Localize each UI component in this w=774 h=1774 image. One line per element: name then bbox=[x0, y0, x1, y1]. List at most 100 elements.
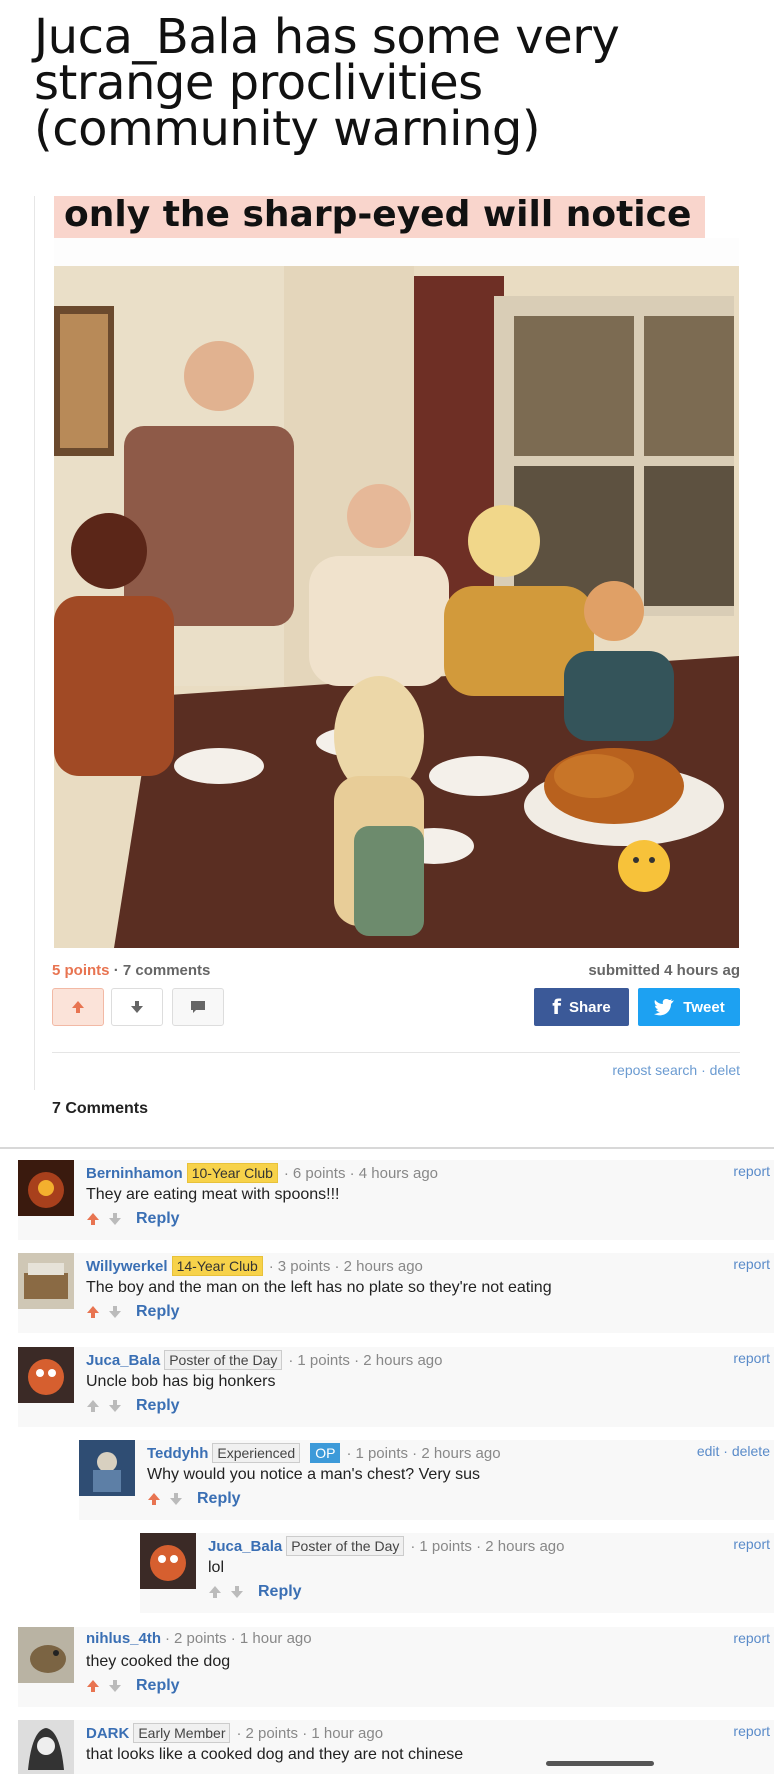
report-link[interactable]: report bbox=[733, 1536, 770, 1552]
arrow-up-icon[interactable] bbox=[208, 1585, 222, 1599]
comment-meta: 1 points · 2 hours ago bbox=[297, 1351, 443, 1369]
avatar[interactable] bbox=[18, 1720, 74, 1774]
avatar[interactable] bbox=[79, 1440, 135, 1496]
comment: Juca_Bala Poster of the Day · 1 points ·… bbox=[18, 1347, 774, 1427]
comment: Willywerkel 14-Year Club · 3 points · 2 … bbox=[18, 1253, 774, 1333]
report-link[interactable]: report bbox=[733, 1630, 770, 1646]
caption-spacer bbox=[54, 238, 739, 266]
comment-count-link[interactable]: 7 comments bbox=[123, 962, 211, 979]
divider bbox=[52, 1052, 740, 1053]
card-bottom-border bbox=[0, 1147, 774, 1149]
post-stats: 5 points · 7 comments bbox=[52, 962, 210, 979]
twitter-tweet-button[interactable]: Tweet bbox=[638, 988, 740, 1026]
arrow-down-icon[interactable] bbox=[108, 1212, 122, 1226]
post-title: Juca_Bala has some very strange proclivi… bbox=[34, 9, 620, 157]
arrow-up-icon[interactable] bbox=[147, 1492, 161, 1506]
comment-actions: Reply bbox=[86, 1303, 180, 1321]
comment-actions: Reply bbox=[86, 1677, 180, 1695]
reply-link[interactable]: Reply bbox=[136, 1210, 180, 1228]
meta-separator: · bbox=[268, 1257, 274, 1275]
repost-search-delete-links[interactable]: repost search · delet bbox=[612, 1062, 740, 1078]
arrow-up-icon[interactable] bbox=[86, 1679, 100, 1693]
comment: nihlus_4th · 2 points · 1 hour ago they … bbox=[18, 1627, 774, 1707]
comment-meta: 6 points · 4 hours ago bbox=[292, 1164, 438, 1182]
home-indicator bbox=[546, 1761, 654, 1766]
tweet-label: Tweet bbox=[683, 998, 725, 1016]
arrow-down-icon[interactable] bbox=[230, 1585, 244, 1599]
share-label: Share bbox=[569, 998, 611, 1016]
comment-actions: Reply bbox=[86, 1210, 180, 1228]
avatar[interactable] bbox=[18, 1160, 74, 1216]
arrow-down-icon bbox=[131, 1001, 143, 1013]
reply-link[interactable]: Reply bbox=[258, 1583, 302, 1601]
reply-link[interactable]: Reply bbox=[197, 1490, 241, 1508]
member-badge: Poster of the Day bbox=[164, 1350, 283, 1370]
comment: Teddyhh Experienced OP · 1 points · 2 ho… bbox=[79, 1440, 774, 1520]
downvote-button[interactable] bbox=[111, 988, 163, 1026]
report-link[interactable]: report bbox=[733, 1256, 770, 1272]
comment-header: Willywerkel 14-Year Club · 3 points · 2 … bbox=[86, 1256, 423, 1276]
report-link[interactable]: report bbox=[733, 1723, 770, 1739]
arrow-down-icon[interactable] bbox=[108, 1399, 122, 1413]
comment-header: Berninhamon 10-Year Club · 6 points · 4 … bbox=[86, 1163, 438, 1183]
comment: DARK Early Member · 2 points · 1 hour ag… bbox=[18, 1720, 774, 1774]
avatar[interactable] bbox=[18, 1347, 74, 1403]
upvote-button[interactable] bbox=[52, 988, 104, 1026]
comment-username[interactable]: Juca_Bala bbox=[208, 1538, 282, 1555]
comment-username[interactable]: Juca_Bala bbox=[86, 1352, 160, 1369]
comment-meta: 3 points · 2 hours ago bbox=[277, 1257, 423, 1275]
submitted-time: submitted 4 hours ag bbox=[588, 962, 740, 979]
op-badge: OP bbox=[310, 1443, 341, 1463]
comment-meta: 2 points · 1 hour ago bbox=[174, 1630, 312, 1647]
family-dinner-illustration bbox=[54, 266, 739, 948]
meta-separator: · bbox=[346, 1444, 352, 1462]
comment-text: Why would you notice a man's chest? Very… bbox=[147, 1466, 480, 1483]
arrow-up-icon[interactable] bbox=[86, 1212, 100, 1226]
edit-delete-links[interactable]: edit · delete bbox=[697, 1443, 770, 1459]
avatar[interactable] bbox=[18, 1627, 74, 1683]
comment-meta: 1 points · 2 hours ago bbox=[355, 1444, 501, 1462]
meta-separator: · bbox=[236, 1724, 242, 1742]
comment-username[interactable]: Willywerkel bbox=[86, 1258, 168, 1275]
comment-username[interactable]: DARK bbox=[86, 1725, 129, 1742]
avatar[interactable] bbox=[18, 1253, 74, 1309]
comment-text: They are eating meat with spoons!!! bbox=[86, 1186, 340, 1203]
comment-header: DARK Early Member · 2 points · 1 hour ag… bbox=[86, 1723, 383, 1743]
facebook-share-button[interactable]: f Share bbox=[534, 988, 629, 1026]
comment-username[interactable]: nihlus_4th bbox=[86, 1630, 161, 1647]
stats-separator: · bbox=[113, 962, 119, 979]
speech-bubble-icon bbox=[191, 1001, 205, 1013]
comment-header: Juca_Bala Poster of the Day · 1 points ·… bbox=[86, 1350, 442, 1370]
comment-text: they cooked the dog bbox=[86, 1653, 231, 1670]
member-badge: 14-Year Club bbox=[171, 1256, 263, 1276]
comments-heading: 7 Comments bbox=[52, 1100, 149, 1114]
comment-text: The boy and the man on the left has no p… bbox=[86, 1279, 552, 1296]
comment-text: that looks like a cooked dog and they ar… bbox=[86, 1746, 464, 1763]
avatar[interactable] bbox=[140, 1533, 196, 1589]
facebook-icon: f bbox=[552, 995, 561, 1019]
meta-separator: · bbox=[165, 1630, 171, 1647]
comment-username[interactable]: Berninhamon bbox=[86, 1165, 183, 1182]
arrow-up-icon bbox=[72, 1001, 84, 1013]
comment: Berninhamon 10-Year Club · 6 points · 4 … bbox=[18, 1160, 774, 1240]
report-link[interactable]: report bbox=[733, 1350, 770, 1366]
member-badge: Early Member bbox=[133, 1723, 231, 1743]
arrow-down-icon[interactable] bbox=[108, 1305, 122, 1319]
arrow-down-icon[interactable] bbox=[108, 1679, 122, 1693]
arrow-up-icon[interactable] bbox=[86, 1305, 100, 1319]
meta-separator: · bbox=[410, 1537, 416, 1555]
comment: Juca_Bala Poster of the Day · 1 points ·… bbox=[140, 1533, 774, 1613]
comment-username[interactable]: Teddyhh bbox=[147, 1445, 208, 1462]
arrow-up-icon[interactable] bbox=[86, 1399, 100, 1413]
comment-header: Juca_Bala Poster of the Day · 1 points ·… bbox=[208, 1536, 564, 1556]
image-caption: only the sharp-eyed will notice bbox=[54, 196, 706, 238]
reply-link[interactable]: Reply bbox=[136, 1397, 180, 1415]
reply-link[interactable]: Reply bbox=[136, 1303, 180, 1321]
comment-button[interactable] bbox=[172, 988, 224, 1026]
arrow-down-icon[interactable] bbox=[169, 1492, 183, 1506]
report-link[interactable]: report bbox=[733, 1163, 770, 1179]
post-points: 5 points bbox=[52, 962, 110, 979]
reply-link[interactable]: Reply bbox=[136, 1677, 180, 1695]
post-image[interactable] bbox=[54, 266, 739, 948]
twitter-bird-icon bbox=[654, 999, 675, 1016]
